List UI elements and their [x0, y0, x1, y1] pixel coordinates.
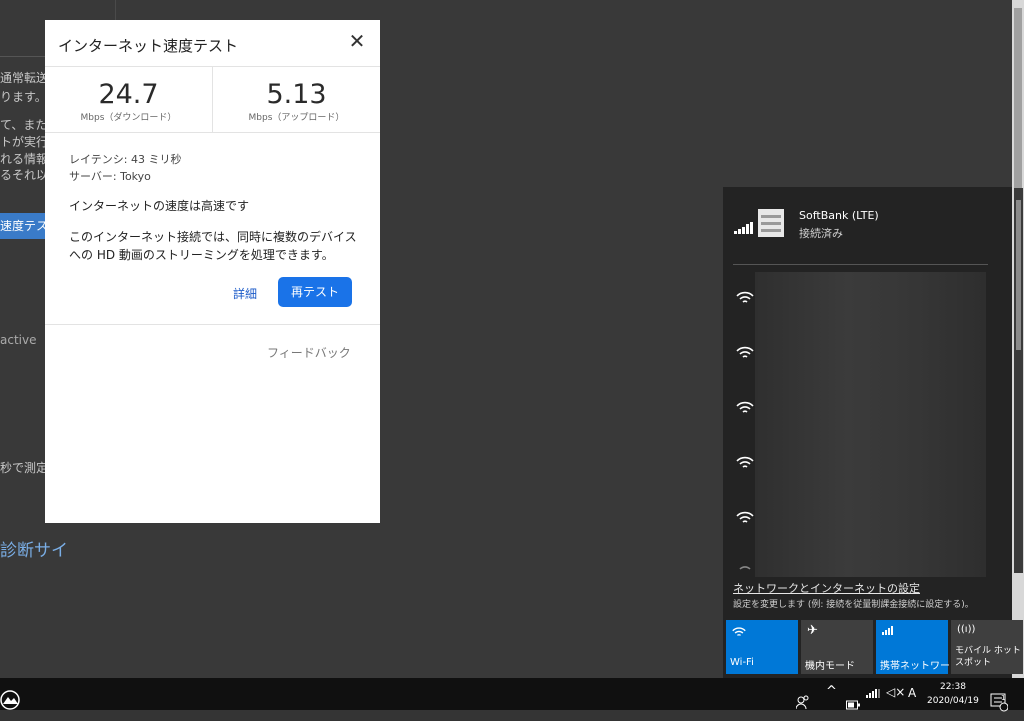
page-scrollbar-thumb[interactable]	[1014, 8, 1022, 188]
retest-button[interactable]: 再テスト	[278, 277, 352, 307]
feedback-link[interactable]: フィードバック	[267, 344, 351, 361]
background-text-line: 通常転送	[0, 71, 49, 85]
taskbar: ^ ◁× A 1	[0, 678, 1024, 712]
ime-indicator[interactable]: A	[908, 686, 916, 718]
network-settings-link[interactable]: ネットワークとインターネットの設定	[733, 580, 920, 596]
app-logo-icon[interactable]	[0, 684, 22, 716]
wifi-icon	[732, 627, 746, 636]
close-icon[interactable]: ✕	[345, 29, 369, 53]
tile-cellular[interactable]: 携帯ネットワーク	[876, 620, 960, 674]
hotspot-icon: ((ı))	[957, 624, 976, 635]
speedtest-dialog: インターネット速度テスト ✕ 24.7 Mbps（ダウンロード） 5.13 Mb…	[45, 20, 380, 523]
wifi-network-icon[interactable]	[736, 455, 754, 469]
clock-date[interactable]: 2020/04/19	[927, 696, 979, 706]
speed-description: への HD 動画のストリーミングを処理できます。	[69, 248, 334, 262]
speaker-muted-icon[interactable]: ◁×	[886, 685, 905, 717]
cellular-signal-icon	[734, 222, 753, 234]
notification-icon[interactable]	[990, 686, 1008, 718]
background-heading: 診断サイ	[0, 541, 68, 561]
background-text-line: れる情報	[0, 152, 49, 166]
divider	[733, 264, 988, 265]
tile-label: 機内モード	[805, 661, 855, 672]
wifi-network-icon[interactable]	[736, 345, 754, 359]
wifi-network-icon[interactable]	[736, 290, 754, 304]
cellular-signal-icon[interactable]	[866, 689, 880, 721]
download-speed-unit: Mbps（ダウンロード）	[80, 113, 177, 123]
divider	[45, 324, 380, 325]
tile-airplane-mode[interactable]: ✈ 機内モード	[801, 620, 873, 674]
battery-icon[interactable]	[846, 689, 860, 721]
upload-speed-unit: Mbps（アップロード）	[248, 113, 345, 123]
latency-text: レイテンシ: 43 ミリ秒	[69, 153, 182, 166]
connection-name[interactable]: SoftBank (LTE)	[799, 209, 879, 222]
people-icon[interactable]	[796, 686, 810, 718]
speed-description: このインターネット接続では、同時に複数のデバイス	[69, 230, 357, 244]
background-text-line: ります。	[0, 90, 47, 104]
details-link[interactable]: 詳細	[233, 285, 257, 302]
background-text-line: トが実行	[0, 135, 49, 149]
tile-mobile-hotspot[interactable]: ((ı)) モバイル ホットスポット	[951, 620, 1023, 674]
mobile-device-icon	[758, 209, 784, 237]
clock-time[interactable]: 22:38	[940, 682, 966, 692]
download-speed-value: 24.7	[98, 79, 159, 110]
connection-status: 接続済み	[799, 227, 843, 240]
background-measure-text: 秒で測定	[0, 461, 49, 475]
chevron-up-icon[interactable]: ^	[826, 684, 837, 716]
network-settings-description: 設定を変更します (例: 接続を従量制課金接続に設定する)。	[733, 600, 974, 610]
background-text-line: るそれ以	[0, 168, 49, 182]
wifi-network-icon[interactable]	[736, 510, 754, 524]
background-active-text: active	[0, 333, 37, 347]
server-text: サーバー: Tokyo	[69, 170, 151, 183]
notification-count: 1	[1001, 694, 1006, 702]
upload-speed-value: 5.13	[266, 79, 327, 110]
wifi-network-icon[interactable]	[736, 400, 754, 414]
dialog-title: インターネット速度テスト	[58, 37, 239, 55]
network-flyout: SoftBank (LTE) 接続済み ネットワークとインターネットの設定 設定…	[723, 187, 1012, 678]
cellular-icon	[882, 626, 893, 635]
speed-verdict: インターネットの速度は高速です	[69, 199, 250, 213]
tile-label: 携帯ネットワーク	[880, 661, 960, 672]
tile-wifi[interactable]: Wi-Fi	[726, 620, 798, 674]
flyout-scrollbar-thumb[interactable]	[1016, 200, 1021, 350]
wifi-network-icon[interactable]	[736, 562, 754, 570]
background-speedtest-button[interactable]: 速度テス	[0, 213, 45, 239]
airplane-icon: ✈	[807, 623, 818, 638]
divider	[45, 132, 380, 133]
tile-label: モバイル ホットスポット	[955, 646, 1021, 668]
tile-label: Wi-Fi	[730, 657, 754, 668]
network-list-blurred	[755, 272, 986, 577]
